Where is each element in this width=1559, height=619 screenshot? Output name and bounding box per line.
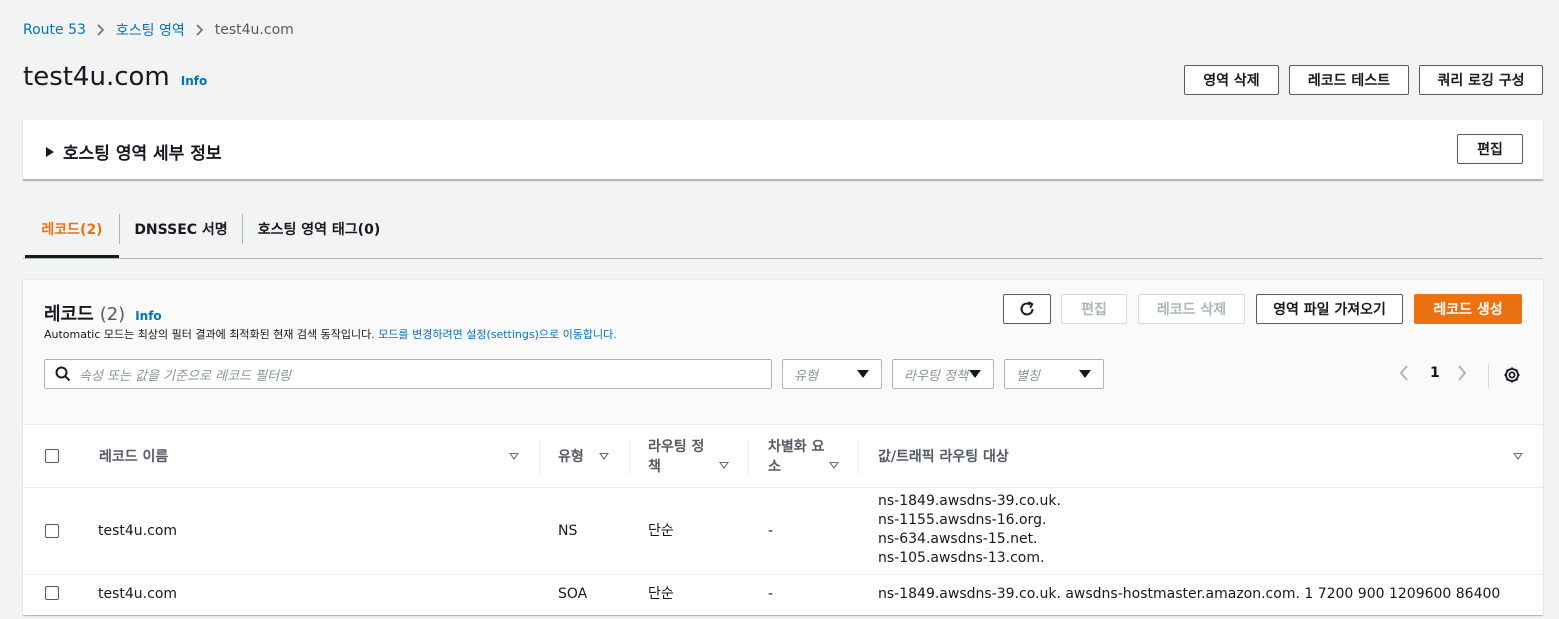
configure-query-logging-button[interactable]: 쿼리 로깅 구성 bbox=[1419, 65, 1543, 95]
breadcrumb: Route 53 호스팅 영역 test4u.com bbox=[23, 20, 294, 40]
hosted-zone-details-panel: 호스팅 영역 세부 정보 편집 bbox=[23, 120, 1543, 180]
column-separator bbox=[748, 439, 749, 475]
record-value-line: ns-1849.awsdns-39.co.uk. bbox=[878, 493, 1061, 509]
pagination: 1 bbox=[1398, 364, 1468, 382]
record-value-line: ns-105.awsdns-13.com. bbox=[878, 550, 1045, 566]
breadcrumb-route53-link[interactable]: Route 53 bbox=[23, 22, 86, 38]
column-header-diff-label-2: 소 bbox=[768, 458, 781, 475]
records-count: (2) bbox=[99, 304, 126, 325]
previous-page-icon[interactable] bbox=[1398, 364, 1410, 382]
record-value-cell: ns-1849.awsdns-39.co.uk. ns-1155.awsdns-… bbox=[878, 492, 1061, 568]
test-record-button[interactable]: 레코드 테스트 bbox=[1289, 65, 1409, 95]
record-value-cell: ns-1849.awsdns-39.co.uk. awsdns-hostmast… bbox=[878, 586, 1501, 602]
column-separator bbox=[629, 439, 630, 475]
alias-filter-placeholder: 별칭 bbox=[1016, 368, 1040, 384]
column-header-value[interactable]: 값/트래픽 라우팅 대상 bbox=[878, 425, 1009, 488]
chevron-right-icon bbox=[196, 24, 204, 36]
settings-mode-link[interactable]: 모드를 변경하려면 설정(settings)으로 이동합니다. bbox=[378, 328, 616, 341]
edit-record-button[interactable]: 편집 bbox=[1061, 294, 1127, 324]
differentiator-cell: - bbox=[768, 523, 774, 539]
tab-dnssec-signing[interactable]: DNSSEC 서명 bbox=[120, 214, 242, 244]
sort-icon[interactable] bbox=[1513, 453, 1523, 460]
hosted-zone-details-toggle[interactable]: 호스팅 영역 세부 정보 bbox=[46, 139, 222, 164]
records-title: 레코드 (2) Info bbox=[44, 300, 162, 326]
refresh-icon bbox=[1018, 300, 1036, 318]
sort-icon[interactable] bbox=[829, 462, 839, 469]
search-placeholder: 속성 또는 값을 기준으로 레코드 필터링 bbox=[79, 368, 292, 384]
routing-filter-placeholder: 라우팅 정책 bbox=[904, 368, 968, 384]
records-panel-header: 레코드 (2) Info Automatic 모드는 최상의 필터 결과에 최적… bbox=[23, 280, 1543, 425]
record-name-cell: test4u.com bbox=[98, 586, 178, 602]
records-panel: 레코드 (2) Info Automatic 모드는 최상의 필터 결과에 최적… bbox=[23, 279, 1543, 615]
records-title-text: 레코드 bbox=[44, 304, 94, 325]
records-search-input[interactable]: 속성 또는 값을 기준으로 레코드 필터링 bbox=[44, 359, 772, 389]
tab-records[interactable]: 레코드(2) bbox=[25, 214, 119, 244]
delete-record-button[interactable]: 레코드 삭제 bbox=[1138, 294, 1245, 324]
table-row[interactable]: test4u.com NS 단순 - ns-1849.awsdns-39.co.… bbox=[23, 489, 1543, 575]
active-tab-indicator bbox=[25, 255, 119, 258]
select-all-checkbox[interactable] bbox=[45, 449, 59, 463]
next-page-icon[interactable] bbox=[1456, 364, 1468, 382]
column-separator bbox=[539, 439, 540, 475]
column-header-record-name-label: 레코드 이름 bbox=[99, 448, 169, 465]
tab-hosted-zone-tags[interactable]: 호스팅 영역 태그(0) bbox=[243, 214, 395, 244]
records-description: Automatic 모드는 최상의 필터 결과에 최적화된 현재 검색 동작입니… bbox=[44, 326, 617, 342]
column-header-type[interactable]: 유형 bbox=[558, 425, 584, 488]
create-record-button[interactable]: 레코드 생성 bbox=[1414, 294, 1522, 324]
tab-bar: 레코드(2) DNSSEC 서명 호스팅 영역 태그(0) bbox=[23, 204, 1543, 259]
differentiator-cell: - bbox=[768, 586, 774, 602]
column-header-value-label: 값/트래픽 라우팅 대상 bbox=[878, 448, 1009, 465]
routing-policy-filter-select[interactable]: 라우팅 정책 bbox=[892, 359, 994, 389]
records-info-link[interactable]: Info bbox=[135, 309, 161, 323]
record-value-line: ns-1155.awsdns-16.org. bbox=[878, 512, 1047, 528]
records-table-header: 레코드 이름 유형 라우팅 정 책 차별화 요 소 값/트래픽 라우팅 대상 bbox=[23, 425, 1543, 488]
type-filter-placeholder: 유형 bbox=[794, 368, 818, 384]
delete-zone-button[interactable]: 영역 삭제 bbox=[1184, 65, 1279, 95]
page-title: test4u.com Info bbox=[23, 62, 207, 92]
pager-divider bbox=[1488, 364, 1489, 388]
caret-right-icon bbox=[46, 146, 54, 157]
sort-icon[interactable] bbox=[509, 453, 519, 460]
routing-policy-cell: 단순 bbox=[648, 586, 674, 602]
route53-hosted-zone-page: Route 53 호스팅 영역 test4u.com test4u.com In… bbox=[0, 0, 1559, 619]
import-zone-file-button[interactable]: 영역 파일 가져오기 bbox=[1256, 294, 1403, 324]
record-name-cell: test4u.com bbox=[98, 523, 178, 539]
caret-down-icon bbox=[1079, 370, 1091, 378]
breadcrumb-hosted-zones-link[interactable]: 호스팅 영역 bbox=[116, 20, 185, 40]
table-row[interactable]: test4u.com SOA 단순 - ns-1849.awsdns-39.co… bbox=[23, 575, 1543, 616]
row-checkbox[interactable] bbox=[45, 524, 59, 538]
record-type-cell: NS bbox=[558, 523, 578, 539]
sort-icon[interactable] bbox=[599, 453, 609, 460]
caret-down-icon bbox=[857, 370, 869, 378]
column-header-routing-label-2: 책 bbox=[648, 458, 661, 475]
sort-icon[interactable] bbox=[719, 462, 729, 469]
edit-details-button[interactable]: 편집 bbox=[1457, 134, 1523, 164]
column-header-record-name[interactable]: 레코드 이름 bbox=[99, 425, 168, 488]
breadcrumb-current: test4u.com bbox=[214, 22, 294, 38]
refresh-button[interactable] bbox=[1003, 294, 1051, 324]
records-description-text: Automatic 모드는 최상의 필터 결과에 최적화된 현재 검색 동작입니… bbox=[44, 328, 379, 341]
record-type-cell: SOA bbox=[558, 586, 588, 602]
column-header-routing-label-1: 라우팅 정 bbox=[648, 438, 705, 455]
type-filter-select[interactable]: 유형 bbox=[782, 359, 882, 389]
column-header-diff-label-1: 차별화 요 bbox=[768, 438, 825, 455]
column-header-differentiator[interactable]: 차별화 요 소 bbox=[768, 425, 824, 488]
gear-icon[interactable] bbox=[1503, 366, 1521, 384]
caret-down-icon bbox=[969, 370, 981, 378]
hosted-zone-details-title: 호스팅 영역 세부 정보 bbox=[63, 144, 222, 164]
record-value-line: ns-634.awsdns-15.net. bbox=[878, 531, 1038, 547]
page-title-text: test4u.com bbox=[23, 62, 170, 92]
column-header-routing-policy[interactable]: 라우팅 정 책 bbox=[648, 425, 704, 488]
info-link[interactable]: Info bbox=[181, 74, 207, 88]
row-checkbox[interactable] bbox=[45, 586, 59, 600]
column-separator bbox=[858, 439, 859, 475]
current-page-number[interactable]: 1 bbox=[1430, 365, 1440, 381]
chevron-right-icon bbox=[97, 24, 105, 36]
routing-policy-cell: 단순 bbox=[648, 523, 674, 539]
alias-filter-select[interactable]: 별칭 bbox=[1004, 359, 1104, 389]
column-header-type-label: 유형 bbox=[558, 448, 584, 465]
search-icon bbox=[55, 366, 71, 382]
